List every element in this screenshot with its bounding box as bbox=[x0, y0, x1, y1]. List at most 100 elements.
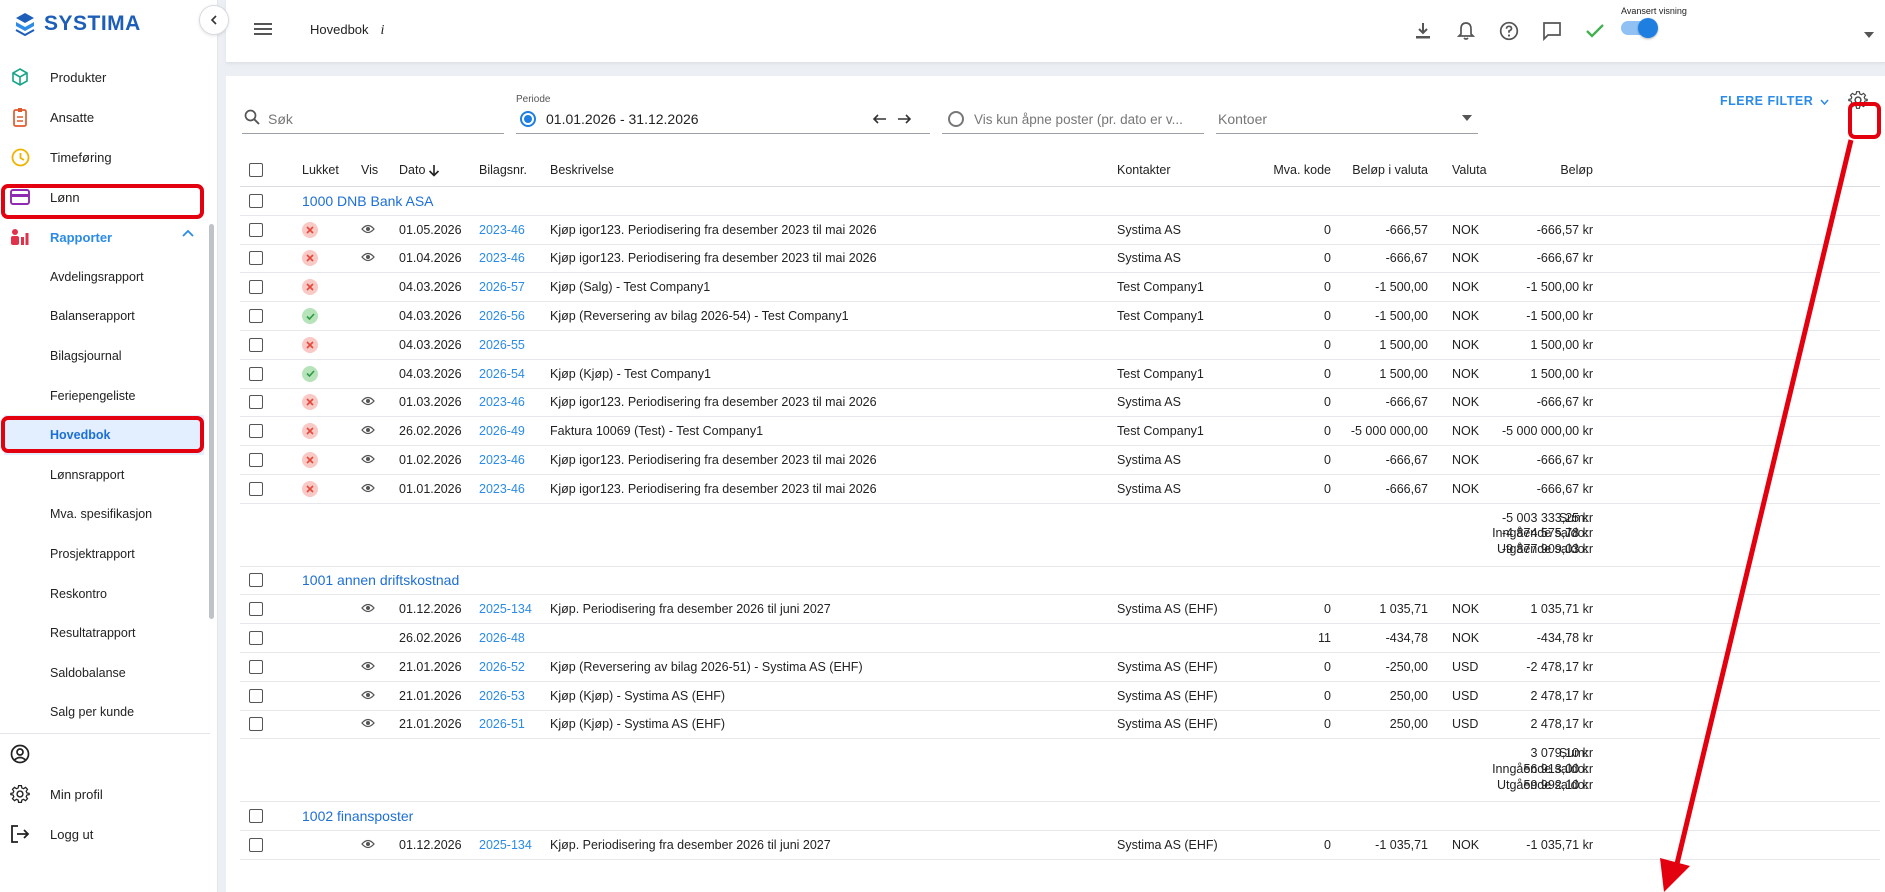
col-vis[interactable]: Vis bbox=[361, 154, 378, 186]
row-checkbox[interactable] bbox=[249, 216, 263, 244]
cell-vis[interactable] bbox=[361, 831, 375, 859]
arrow-right-icon[interactable] bbox=[897, 114, 911, 124]
col-belop[interactable]: Beløp bbox=[1490, 154, 1593, 186]
col-lukket[interactable]: Lukket bbox=[302, 154, 339, 186]
chat-icon[interactable] bbox=[1540, 19, 1564, 43]
cell-bilagsnr-link[interactable]: 2026-57 bbox=[479, 273, 525, 301]
sidebar-item-rapporter[interactable]: Rapporter bbox=[0, 217, 210, 257]
sidebar-item-timeføring[interactable]: Timeføring bbox=[0, 137, 210, 177]
table-row[interactable]: 26.02.2026 2026-49 Faktura 10069 (Test) - … bbox=[240, 417, 1880, 447]
sidebar-subitem-mva-spesifikasjon[interactable]: Mva. spesifikasjon bbox=[0, 495, 210, 535]
sidebar-subitem-feriepengeliste[interactable]: Feriepengeliste bbox=[0, 376, 210, 416]
cell-bilagsnr-link[interactable]: 2026-48 bbox=[479, 624, 525, 652]
sidebar-subitem-avdelingsrapport[interactable]: Avdelingsrapport bbox=[0, 257, 210, 297]
eye-icon[interactable] bbox=[361, 689, 375, 703]
table-row[interactable]: 04.03.2026 2026-54 Kjøp (Kjøp) - Test Comp… bbox=[240, 360, 1880, 389]
cell-bilagsnr-link[interactable]: 2026-56 bbox=[479, 302, 525, 330]
table-row[interactable]: 21.01.2026 2026-52 Kjøp (Reversering av bi… bbox=[240, 653, 1880, 682]
cell-bilagsnr-link[interactable]: 2023-46 bbox=[479, 446, 525, 474]
row-checkbox[interactable] bbox=[249, 273, 263, 301]
eye-icon[interactable] bbox=[361, 838, 375, 852]
row-checkbox[interactable] bbox=[249, 624, 263, 652]
row-checkbox[interactable] bbox=[249, 360, 263, 388]
cell-vis[interactable] bbox=[361, 245, 375, 273]
row-checkbox[interactable] bbox=[249, 331, 263, 359]
cell-bilagsnr-link[interactable]: 2026-51 bbox=[479, 711, 525, 739]
cell-vis[interactable] bbox=[361, 595, 375, 623]
col-dato[interactable]: Dato bbox=[399, 154, 440, 186]
sidebar-subitem-bilagsjournal[interactable]: Bilagsjournal bbox=[0, 336, 210, 376]
cell-vis[interactable] bbox=[361, 682, 375, 710]
table-row[interactable]: 01.03.2026 2023-46 Kjøp igor123. Periodise… bbox=[240, 389, 1880, 418]
cell-bilagsnr-link[interactable]: 2025-134 bbox=[479, 831, 532, 859]
row-checkbox[interactable] bbox=[249, 653, 263, 681]
info-icon[interactable]: i bbox=[381, 23, 385, 38]
row-checkbox[interactable] bbox=[249, 245, 263, 273]
cell-vis[interactable] bbox=[361, 216, 375, 244]
cell-bilagsnr-link[interactable]: 2025-134 bbox=[479, 595, 532, 623]
eye-icon[interactable] bbox=[361, 223, 375, 237]
period-field[interactable]: Periode 01.01.2026 - 31.12.2026 bbox=[516, 94, 930, 134]
sidebar-subitem-balanserapport[interactable]: Balanserapport bbox=[0, 297, 210, 337]
table-row[interactable]: 04.03.2026 2026-57 Kjøp (Salg) - Test Comp… bbox=[240, 273, 1880, 303]
eye-icon[interactable] bbox=[361, 251, 375, 265]
cell-bilagsnr-link[interactable]: 2023-46 bbox=[479, 389, 525, 417]
toggle-switch[interactable] bbox=[1621, 18, 1658, 38]
cell-bilagsnr-link[interactable]: 2023-46 bbox=[479, 475, 525, 503]
sidebar-item-ansatte[interactable]: Ansatte bbox=[0, 97, 210, 137]
cell-vis[interactable] bbox=[361, 653, 375, 681]
search-input[interactable]: Søk bbox=[242, 94, 504, 134]
select-all-checkbox[interactable] bbox=[249, 154, 263, 186]
table-row[interactable]: 01.05.2026 2023-46 Kjøp igor123. Periodise… bbox=[240, 216, 1880, 245]
table-row[interactable]: 04.03.2026 2026-56 Kjøp (Reversering av bi… bbox=[240, 302, 1880, 331]
cell-bilagsnr-link[interactable]: 2023-46 bbox=[479, 216, 525, 244]
sidebar-subitem-saldobalanse[interactable]: Saldobalanse bbox=[0, 653, 210, 693]
accounts-select[interactable]: Kontoer bbox=[1216, 94, 1478, 134]
table-row[interactable]: 01.02.2026 2023-46 Kjøp igor123. Periodise… bbox=[240, 446, 1880, 475]
table-row[interactable]: 04.03.2026 2026-55 0 1 500,00 NOK 1 500,00 kr bbox=[240, 331, 1880, 360]
cell-vis[interactable] bbox=[361, 446, 375, 474]
account-group-title[interactable]: 1002 finansposter bbox=[302, 802, 413, 830]
sidebar-item-produkter[interactable]: Produkter bbox=[0, 57, 210, 97]
sidebar-item-logg-ut[interactable]: Logg ut bbox=[0, 814, 210, 854]
account-group-title[interactable]: 1001 annen driftskostnad bbox=[302, 567, 459, 595]
col-kontakter[interactable]: Kontakter bbox=[1117, 154, 1171, 186]
col-beskrivelse[interactable]: Beskrivelse bbox=[550, 154, 614, 186]
row-checkbox[interactable] bbox=[249, 302, 263, 330]
cell-vis[interactable] bbox=[361, 711, 375, 739]
cell-bilagsnr-link[interactable]: 2026-49 bbox=[479, 417, 525, 445]
col-bilagsnr[interactable]: Bilagsnr. bbox=[479, 154, 527, 186]
table-row[interactable]: 01.12.2026 2025-134 Kjøp. Periodisering fr… bbox=[240, 595, 1880, 625]
help-icon[interactable] bbox=[1497, 19, 1521, 43]
cell-bilagsnr-link[interactable]: 2026-55 bbox=[479, 331, 525, 359]
eye-icon[interactable] bbox=[361, 395, 375, 409]
sidebar-item-account[interactable] bbox=[0, 734, 210, 774]
row-checkbox[interactable] bbox=[249, 389, 263, 417]
table-row[interactable]: 26.02.2026 2026-48 11 -434,78 NOK -434,78 kr bbox=[240, 624, 1880, 653]
table-row[interactable]: 01.01.2026 2023-46 Kjøp igor123. Periodise… bbox=[240, 475, 1880, 504]
group-checkbox[interactable] bbox=[249, 567, 263, 595]
eye-icon[interactable] bbox=[361, 660, 375, 674]
period-radio[interactable] bbox=[520, 111, 536, 127]
menu-icon[interactable] bbox=[254, 22, 272, 39]
account-group-title[interactable]: 1000 DNB Bank ASA bbox=[302, 187, 434, 215]
cell-bilagsnr-link[interactable]: 2023-46 bbox=[479, 245, 525, 273]
open-items-field[interactable]: Vis kun åpne poster (pr. dato er v... bbox=[942, 94, 1204, 134]
sidebar-subitem-prosjektrapport[interactable]: Prosjektrapport bbox=[0, 534, 210, 574]
check-icon[interactable] bbox=[1583, 19, 1607, 43]
row-checkbox[interactable] bbox=[249, 711, 263, 739]
sidebar-scrollbar[interactable] bbox=[209, 224, 214, 619]
col-mva-kode[interactable]: Mva. kode bbox=[1240, 154, 1331, 186]
table-row[interactable]: 21.01.2026 2026-51 Kjøp (Kjøp) - Systima A… bbox=[240, 711, 1880, 740]
cell-vis[interactable] bbox=[361, 389, 375, 417]
user-menu-caret-icon[interactable] bbox=[1864, 26, 1874, 41]
row-checkbox[interactable] bbox=[249, 831, 263, 859]
sidebar-subitem-salg-per-kunde[interactable]: Salg per kunde bbox=[0, 693, 210, 733]
collapse-sidebar-button[interactable] bbox=[199, 5, 229, 35]
cell-bilagsnr-link[interactable]: 2026-52 bbox=[479, 653, 525, 681]
open-items-radio[interactable] bbox=[948, 111, 964, 127]
row-checkbox[interactable] bbox=[249, 682, 263, 710]
more-filters-button[interactable]: FLERE FILTER bbox=[1720, 94, 1829, 108]
download-icon[interactable] bbox=[1411, 19, 1435, 43]
cell-vis[interactable] bbox=[361, 475, 375, 503]
